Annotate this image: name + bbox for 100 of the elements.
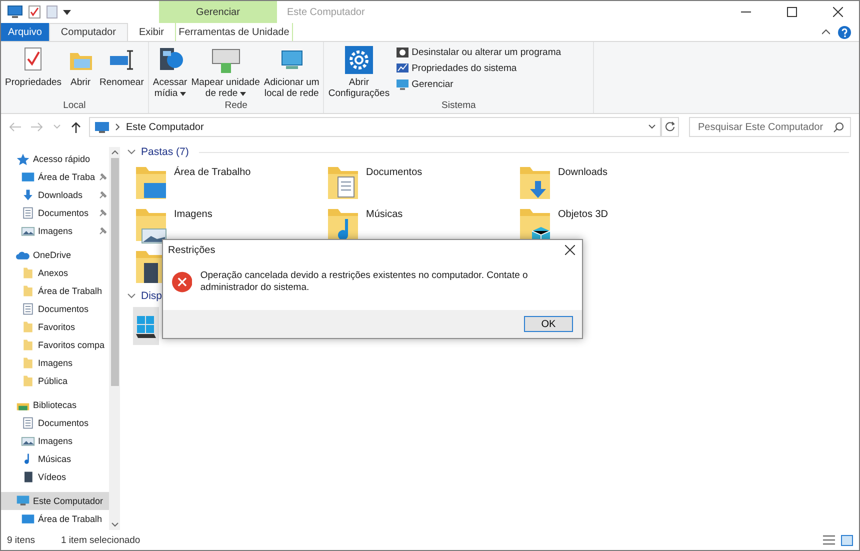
ribbon-tab[interactable]: Ferramentas de Unidade xyxy=(174,23,293,41)
item-count: 9 itens xyxy=(7,534,35,546)
error-icon xyxy=(172,270,192,294)
folder-icon xyxy=(21,356,35,370)
search-icon xyxy=(833,122,844,132)
error-message: Operação cancelada devido a restrições existentes no computador. Contate o administrador do sistema. xyxy=(200,270,529,295)
ribbon-button[interactable]: Desinstalar ou alterar um programa xyxy=(396,45,562,59)
nav-item[interactable]: Downloads xyxy=(1,186,109,204)
ribbon-button[interactable]: Mapear unidade de rede xyxy=(189,45,262,100)
download-arrow-icon xyxy=(21,188,35,202)
ok-button[interactable]: OK xyxy=(524,316,573,332)
pin-icon[interactable] xyxy=(99,173,107,181)
chart-icon xyxy=(396,62,409,74)
caret-icon[interactable] xyxy=(180,92,186,96)
ribbon-button[interactable]: Abrir xyxy=(64,45,98,100)
computer-icon[interactable] xyxy=(7,5,23,19)
nav-item[interactable]: Imagens xyxy=(1,354,109,372)
nav-item[interactable]: Vídeos xyxy=(1,468,109,486)
nav-item[interactable]: Área de Traba xyxy=(1,168,109,186)
nav-item[interactable]: Anexos xyxy=(1,264,109,282)
close-icon[interactable] xyxy=(833,7,843,17)
folder-name[interactable]: Imagens xyxy=(174,207,212,220)
close-icon[interactable] xyxy=(565,245,575,255)
group-label: Rede xyxy=(224,100,248,113)
folder-name[interactable]: Documentos xyxy=(366,165,422,178)
group-label: Sistema xyxy=(442,100,476,113)
ribbon-button[interactable]: Acessar mídia xyxy=(150,45,190,100)
ribbon-button[interactable]: Propriedades do sistema xyxy=(396,61,562,75)
ribbon-button[interactable]: Propriedades xyxy=(3,45,64,100)
large-icons-view-icon[interactable] xyxy=(841,534,853,546)
scroll-down-icon[interactable] xyxy=(110,522,118,528)
document-icon xyxy=(21,206,35,220)
group-label: Local xyxy=(63,100,86,113)
monitor-icon xyxy=(396,78,409,90)
scrollbar[interactable] xyxy=(109,147,120,530)
chevron-icon[interactable] xyxy=(115,123,121,131)
checklist-icon[interactable] xyxy=(28,5,41,19)
nav-item[interactable]: Pública xyxy=(1,372,109,390)
nav-item[interactable]: Imagens xyxy=(1,222,109,240)
chevron-icon[interactable] xyxy=(127,293,136,299)
folder-name[interactable]: Downloads xyxy=(558,165,608,178)
document-icon xyxy=(21,302,35,316)
ribbon-button[interactable]: Renomear xyxy=(98,45,146,100)
ribbon-tab[interactable]: Arquivo xyxy=(1,23,49,41)
context-tab-group: Gerenciar xyxy=(159,1,277,23)
scroll-up-icon[interactable] xyxy=(110,149,118,155)
up-arrow-icon[interactable] xyxy=(71,122,81,132)
picture-icon xyxy=(21,434,35,448)
window-title: Este Computador xyxy=(287,6,365,18)
ribbon-tab[interactable]: Computador xyxy=(48,23,128,41)
folder-name[interactable]: Área de Trabalho xyxy=(174,165,251,178)
search-field[interactable]: Pesquisar Este Computador xyxy=(689,117,851,137)
chevron-icon[interactable] xyxy=(127,149,136,155)
maximize-icon[interactable] xyxy=(787,7,797,17)
dropdown-icon[interactable] xyxy=(63,8,71,16)
nav-item[interactable]: Bibliotecas xyxy=(1,396,109,414)
folder-name[interactable]: Músicas xyxy=(366,207,403,220)
nav-item[interactable]: Favoritos compa xyxy=(1,336,109,354)
folder-icon xyxy=(21,374,35,388)
pin-icon[interactable] xyxy=(99,191,107,199)
ribbon-button[interactable]: Abrir Configurações xyxy=(326,45,392,100)
folder-icon xyxy=(21,266,35,280)
ribbon-button[interactable]: Gerenciar xyxy=(396,77,562,91)
program-icon xyxy=(396,46,409,58)
dialog-title: Restrições xyxy=(168,244,216,256)
dropdown-icon[interactable] xyxy=(648,124,656,130)
folder-name[interactable]: Objetos 3D xyxy=(558,207,608,220)
nav-item[interactable]: OneDrive xyxy=(1,246,109,264)
nav-item[interactable]: Favoritos xyxy=(1,318,109,336)
nav-item[interactable]: Acesso rápido xyxy=(1,150,109,168)
address-bar[interactable]: Este Computador xyxy=(89,117,661,137)
drive-tile[interactable] xyxy=(133,307,159,345)
nav-item[interactable]: Documentos xyxy=(1,204,109,222)
selection-count: 1 item selecionado xyxy=(61,534,140,546)
collapse-ribbon-icon[interactable] xyxy=(822,29,830,35)
refresh-icon[interactable] xyxy=(661,117,679,137)
details-view-icon[interactable] xyxy=(823,534,835,546)
group-heading[interactable]: Pastas (7) xyxy=(141,146,189,158)
nav-item[interactable]: Documentos xyxy=(1,300,109,318)
nav-item[interactable]: Este Computador xyxy=(1,492,109,510)
windows-drive-icon xyxy=(134,313,158,339)
document-icon xyxy=(21,416,35,430)
star-icon xyxy=(16,152,30,166)
desktop-icon xyxy=(21,512,35,526)
pin-icon[interactable] xyxy=(99,227,107,235)
nav-item[interactable]: Área de Trabalh xyxy=(1,282,109,300)
picture-icon xyxy=(21,224,35,238)
nav-item[interactable]: Músicas xyxy=(1,450,109,468)
ribbon-button[interactable]: Adicionar um local de rede xyxy=(262,45,322,100)
group-heading[interactable]: Disp xyxy=(141,290,162,302)
nav-item[interactable]: Imagens xyxy=(1,432,109,450)
caret-icon[interactable] xyxy=(240,92,246,96)
folder-icon xyxy=(21,284,35,298)
help-icon[interactable] xyxy=(838,26,851,38)
nav-item[interactable]: Documentos xyxy=(1,414,109,432)
pin-icon[interactable] xyxy=(99,209,107,217)
folder-icon xyxy=(21,338,35,352)
nav-item[interactable]: Área de Trabalh xyxy=(1,510,109,528)
desktop-icon xyxy=(21,170,35,184)
folder-icon[interactable] xyxy=(134,207,168,245)
